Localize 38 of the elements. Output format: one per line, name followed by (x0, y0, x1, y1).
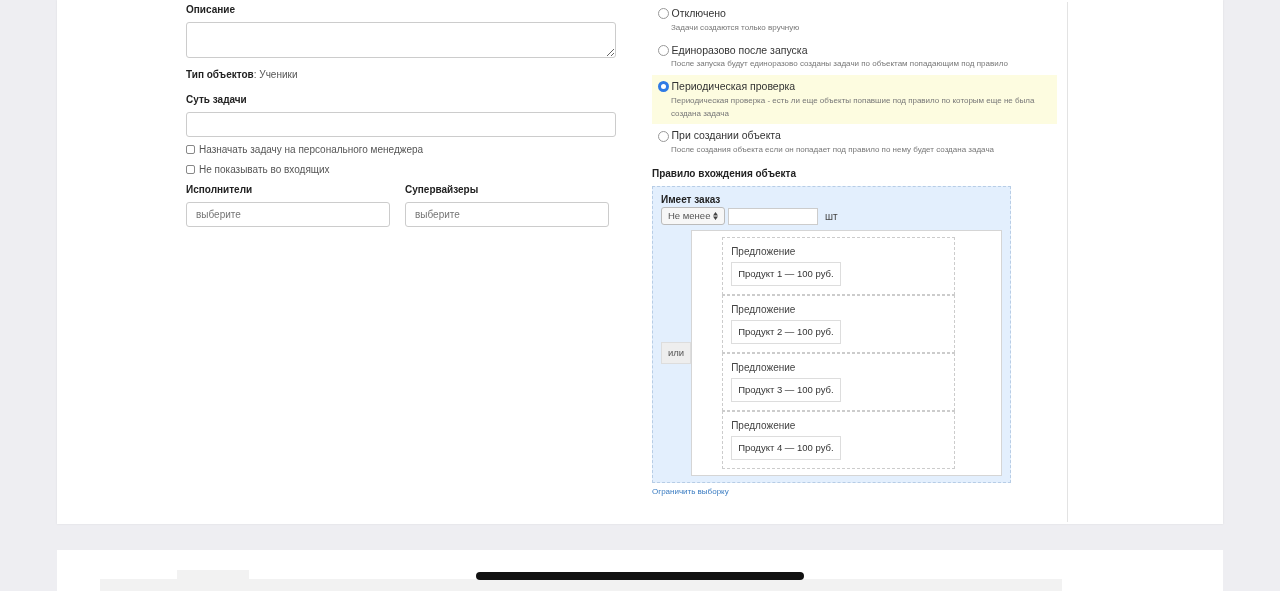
task-field[interactable] (186, 112, 616, 137)
radio-label[interactable]: При создании объекта (671, 128, 781, 145)
rule-title: Имеет заказ (661, 193, 722, 207)
checkbox-label[interactable]: Не показывать во входящих (199, 162, 330, 177)
field-label: Суть задачи (186, 93, 248, 107)
unit-label: шт (825, 209, 838, 224)
or-button[interactable]: или (661, 342, 692, 365)
limit-link[interactable]: Ограничить выборку (652, 485, 1057, 498)
offer-label: Предложение (731, 303, 797, 318)
radio-label[interactable]: Периодическая проверка (671, 79, 796, 95)
product-chip[interactable]: Продукт 2 — 100 руб. (731, 320, 841, 345)
description-field[interactable] (186, 22, 616, 58)
product-chip[interactable]: Продукт 3 — 100 руб. (731, 378, 841, 403)
offer-label: Предложение (731, 361, 797, 376)
offer-label: Предложение (731, 419, 797, 434)
product-chip[interactable]: Продукт 4 — 100 руб. (731, 436, 841, 461)
checkbox[interactable] (186, 165, 195, 174)
offer-label: Предложение (731, 245, 797, 260)
option-hint: После создания объекта если он попадает под правило по нему будет создана задача (671, 144, 995, 157)
checkbox-label[interactable]: Назначать задачу на персонального менеджера (199, 142, 424, 157)
product-chip[interactable]: Продукт 1 — 100 руб. (731, 262, 841, 287)
option-hint: Задачи создаются только вручную (671, 21, 801, 34)
field-label: Исполнители (186, 183, 254, 197)
count-field[interactable] (727, 207, 818, 225)
object-type-text: Тип объектов: Ученики (186, 68, 299, 82)
select-field[interactable]: выберите (405, 202, 609, 227)
option-hint: Периодическая проверка - есть ли еще объекты попавшие под правило по которым еще не была создана задача (671, 94, 1036, 120)
sort-caret-icon (713, 212, 719, 221)
field-label: Описание (186, 3, 236, 17)
radio-label[interactable]: Отключено (671, 6, 726, 22)
radio-button[interactable] (658, 81, 669, 93)
section-label: Правило вхождения объекта (652, 167, 797, 181)
comparator-select[interactable]: Не менее (661, 207, 726, 226)
field-label: Супервайзеры (405, 183, 480, 197)
radio-label[interactable]: Единоразово после запуска (671, 42, 808, 59)
select-field[interactable]: выберите (186, 202, 390, 227)
checkbox[interactable] (186, 145, 195, 154)
option-hint: После запуска будут единоразово созданы задачи по объектам попадающим под правило (671, 58, 1009, 71)
